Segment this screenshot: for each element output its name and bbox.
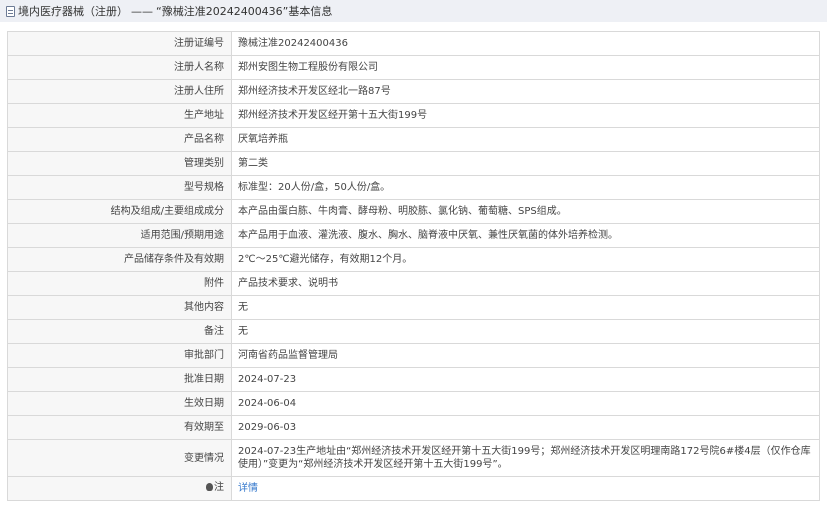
table-row: 适用范围/预期用途 本产品用于血液、灌洗液、腹水、胸水、脑脊液中厌氧、兼性厌氧菌…	[7, 223, 820, 248]
row-label: 注册人名称	[7, 55, 232, 80]
row-value: 郑州经济技术开发区经开第十五大街199号	[231, 103, 820, 128]
row-label: 注册证编号	[7, 31, 232, 56]
row-value: 无	[231, 295, 820, 320]
table-row: 注册证编号 豫械注准20242400436	[7, 31, 820, 56]
detail-table: 注册证编号 豫械注准20242400436 注册人名称 郑州安图生物工程股份有限…	[7, 31, 820, 501]
table-row: 生产地址 郑州经济技术开发区经开第十五大街199号	[7, 103, 820, 128]
note-value-cell: 详情	[231, 476, 820, 501]
row-label: 结构及组成/主要组成成分	[7, 199, 232, 224]
table-row: 注册人住所 郑州经济技术开发区经北一路87号	[7, 79, 820, 104]
note-label: 注	[206, 481, 224, 494]
row-label: 备注	[7, 319, 232, 344]
table-row: 审批部门 河南省药品监督管理局	[7, 343, 820, 368]
details-link[interactable]: 详情	[238, 483, 258, 494]
row-value: 2024-07-23	[231, 367, 820, 392]
row-value: 2029-06-03	[231, 415, 820, 440]
row-value: 标准型：20人份/盒，50人份/盒。	[231, 175, 820, 200]
note-row: 注 详情	[7, 476, 820, 501]
row-value: 河南省药品监督管理局	[231, 343, 820, 368]
table-row: 型号规格 标准型：20人份/盒，50人份/盒。	[7, 175, 820, 200]
table-row: 附件 产品技术要求、说明书	[7, 271, 820, 296]
table-row: 产品储存条件及有效期 2℃～25℃避光储存，有效期12个月。	[7, 247, 820, 272]
document-icon	[6, 5, 15, 17]
row-value: 2024-06-04	[231, 391, 820, 416]
row-value: 无	[231, 319, 820, 344]
bulb-icon	[206, 482, 213, 491]
table-row: 变更情况 2024-07-23生产地址由“郑州经济技术开发区经开第十五大街199…	[7, 439, 820, 477]
row-label: 管理类别	[7, 151, 232, 176]
row-label: 产品储存条件及有效期	[7, 247, 232, 272]
row-label: 有效期至	[7, 415, 232, 440]
title-category: 境内医疗器械（注册）	[18, 5, 128, 18]
note-label-text: 注	[214, 482, 224, 494]
row-value: 第二类	[231, 151, 820, 176]
row-label: 适用范围/预期用途	[7, 223, 232, 248]
table-row: 其他内容 无	[7, 295, 820, 320]
table-row: 有效期至 2029-06-03	[7, 415, 820, 440]
table-row: 批准日期 2024-07-23	[7, 367, 820, 392]
row-value: 本产品由蛋白胨、牛肉膏、酵母粉、明胶胨、氯化钠、葡萄糖、SPS组成。	[231, 199, 820, 224]
row-label: 审批部门	[7, 343, 232, 368]
row-label: 批准日期	[7, 367, 232, 392]
note-label-cell: 注	[7, 476, 232, 501]
row-label: 变更情况	[7, 439, 232, 477]
row-value: 豫械注准20242400436	[231, 31, 820, 56]
table-row: 产品名称 厌氧培养瓶	[7, 127, 820, 152]
row-value: 产品技术要求、说明书	[231, 271, 820, 296]
table-row: 备注 无	[7, 319, 820, 344]
row-label: 型号规格	[7, 175, 232, 200]
row-value: 郑州经济技术开发区经北一路87号	[231, 79, 820, 104]
title-separator: ——	[131, 4, 153, 18]
row-value: 2024-07-23生产地址由“郑州经济技术开发区经开第十五大街199号；郑州经…	[231, 439, 820, 477]
table-row: 注册人名称 郑州安图生物工程股份有限公司	[7, 55, 820, 80]
table-row: 生效日期 2024-06-04	[7, 391, 820, 416]
row-label: 生产地址	[7, 103, 232, 128]
row-value: 2℃～25℃避光储存，有效期12个月。	[231, 247, 820, 272]
row-value: 本产品用于血液、灌洗液、腹水、胸水、脑脊液中厌氧、兼性厌氧菌的体外培养检测。	[231, 223, 820, 248]
table-row: 结构及组成/主要组成成分 本产品由蛋白胨、牛肉膏、酵母粉、明胶胨、氯化钠、葡萄糖…	[7, 199, 820, 224]
row-value: 厌氧培养瓶	[231, 127, 820, 152]
table-row: 管理类别 第二类	[7, 151, 820, 176]
row-value: 郑州安图生物工程股份有限公司	[231, 55, 820, 80]
row-label: 注册人住所	[7, 79, 232, 104]
row-label: 附件	[7, 271, 232, 296]
page-title-bar: 境内医疗器械（注册） —— “豫械注准20242400436”基本信息	[0, 0, 827, 22]
row-label: 生效日期	[7, 391, 232, 416]
row-label: 其他内容	[7, 295, 232, 320]
row-label: 产品名称	[7, 127, 232, 152]
title-record: “豫械注准20242400436”基本信息	[156, 5, 333, 18]
